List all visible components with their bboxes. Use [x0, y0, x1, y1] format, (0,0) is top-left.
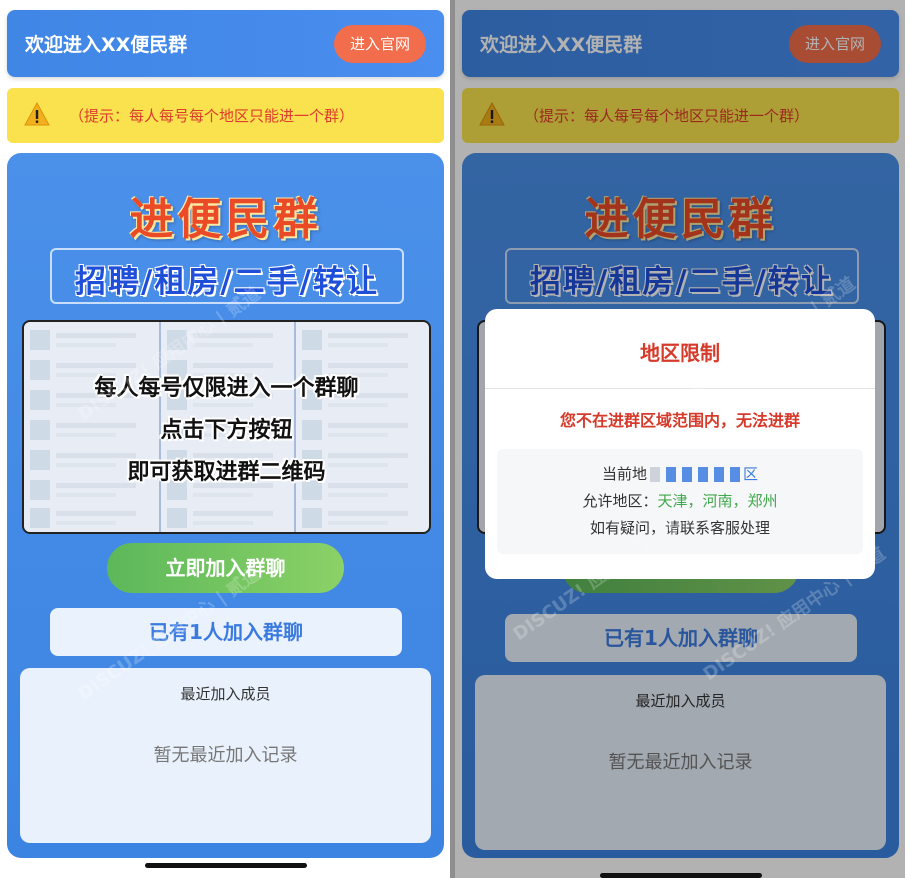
dialog-message: 您不在进群区域范围内，无法进群: [559, 411, 800, 430]
warning-icon: [24, 102, 50, 126]
home-indicator: [145, 863, 307, 868]
home-indicator: [600, 873, 762, 878]
recent-members-title: 最近加入成员: [180, 685, 271, 703]
recent-members-empty: 暂无最近加入记录: [153, 745, 298, 766]
redacted-block: [682, 467, 692, 482]
allowed-region-values: 天津，河南，郑州: [657, 492, 778, 510]
allowed-region-line: 允许地区：天津，河南，郑州: [497, 490, 863, 511]
notice-bar: （提示：每人每号每个地区只能进一个群）: [7, 88, 444, 143]
redacted-block: [714, 467, 724, 482]
dialog-title: 地区限制: [640, 341, 720, 365]
preview-image: 每人每号仅限进入一个群聊 点击下方按钮 即可获取进群二维码: [22, 320, 431, 534]
redacted-block: [650, 467, 660, 482]
preview-text-line: 每人每号仅限进入一个群聊: [94, 376, 359, 401]
hero-title: 进便民群: [129, 194, 322, 245]
left-screen: 欢迎进入XX便民群 进入官网 （提示：每人每号每个地区只能进一个群） 进便民群 …: [0, 0, 450, 878]
hero-subtitle: 招聘/租房/二手/转让: [75, 264, 379, 300]
notice-text: （提示：每人每号每个地区只能进一个群）: [69, 107, 355, 125]
redacted-block: [730, 467, 740, 482]
recent-members-panel: 最近加入成员 暂无最近加入记录: [20, 668, 431, 843]
current-region-line: 当前地 区: [497, 463, 863, 484]
dialog-divider: [485, 388, 875, 389]
join-group-button[interactable]: 立即加入群聊: [107, 543, 344, 593]
preview-text-line: 点击下方按钮: [160, 418, 293, 443]
hero-subtitle-box: 招聘/租房/二手/转让: [50, 248, 404, 304]
redacted-block: [666, 467, 676, 482]
allowed-region-label: 允许地区：: [582, 492, 658, 510]
joined-count-button[interactable]: 已有1人加入群聊: [50, 608, 402, 656]
header-bar: 欢迎进入XX便民群 进入官网: [7, 10, 444, 77]
current-region-suffix: 区: [743, 465, 759, 483]
preview-text-line: 即可获取进群二维码: [127, 460, 326, 485]
help-text: 如有疑问，请联系客服处理: [589, 519, 770, 537]
main-card: 进便民群 招聘/租房/二手/转让 每人每号仅限进入一个群聊 点击下方按钮 即可获…: [7, 153, 444, 858]
dialog-info-box: 当前地 区 允许地区：天津，河南，郑州 如有疑问，请联系客服处理: [497, 449, 863, 554]
header-title: 欢迎进入XX便民群: [25, 34, 188, 56]
current-region-label: 当前地: [601, 465, 647, 483]
official-site-button[interactable]: 进入官网: [334, 25, 426, 63]
region-limit-dialog: 地区限制 您不在进群区域范围内，无法进群 当前地 区 允许地区：天津，河南，郑州 …: [485, 309, 875, 579]
redacted-block: [698, 467, 708, 482]
right-screen: 欢迎进入XX便民群 进入官网 （提示：每人每号每个地区只能进一个群） 进便民群 …: [455, 0, 905, 878]
